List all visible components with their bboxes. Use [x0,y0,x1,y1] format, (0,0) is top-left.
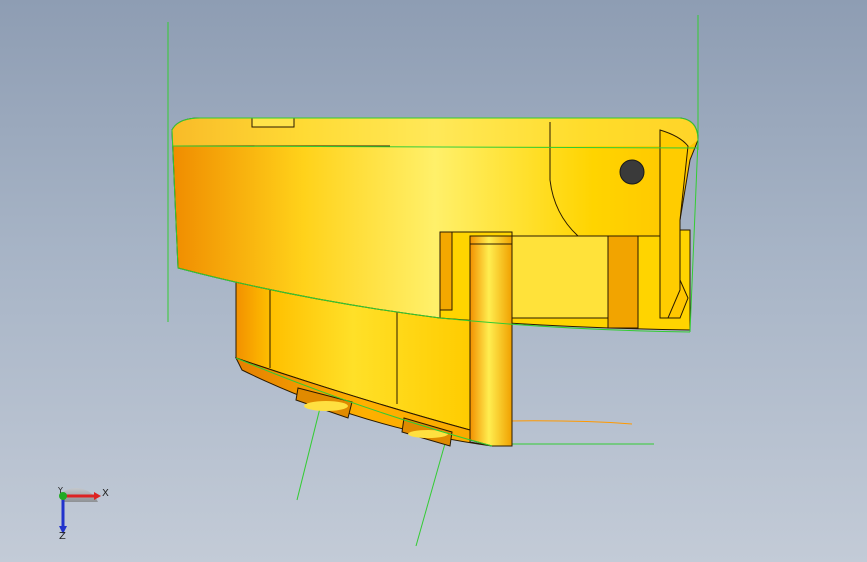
top-notch[interactable] [251,117,295,128]
bottom-slot-highlight [304,401,348,411]
rear-box-inner-face[interactable] [511,235,609,319]
y-axis-label: Y [58,486,63,495]
mounting-hole[interactable] [619,159,645,185]
vertical-post[interactable] [469,235,513,447]
x-axis-arrowhead [94,492,101,500]
x-axis-label: X [102,488,109,499]
model-canvas[interactable] [0,0,867,562]
top-body-bevel [172,118,698,146]
graphics-viewport[interactable]: X Y Z [0,0,867,562]
z-axis-label: Z [59,531,66,542]
sketch-curve [504,420,633,425]
axis-triad[interactable] [46,482,106,542]
rear-box-side-wall[interactable] [607,235,639,329]
